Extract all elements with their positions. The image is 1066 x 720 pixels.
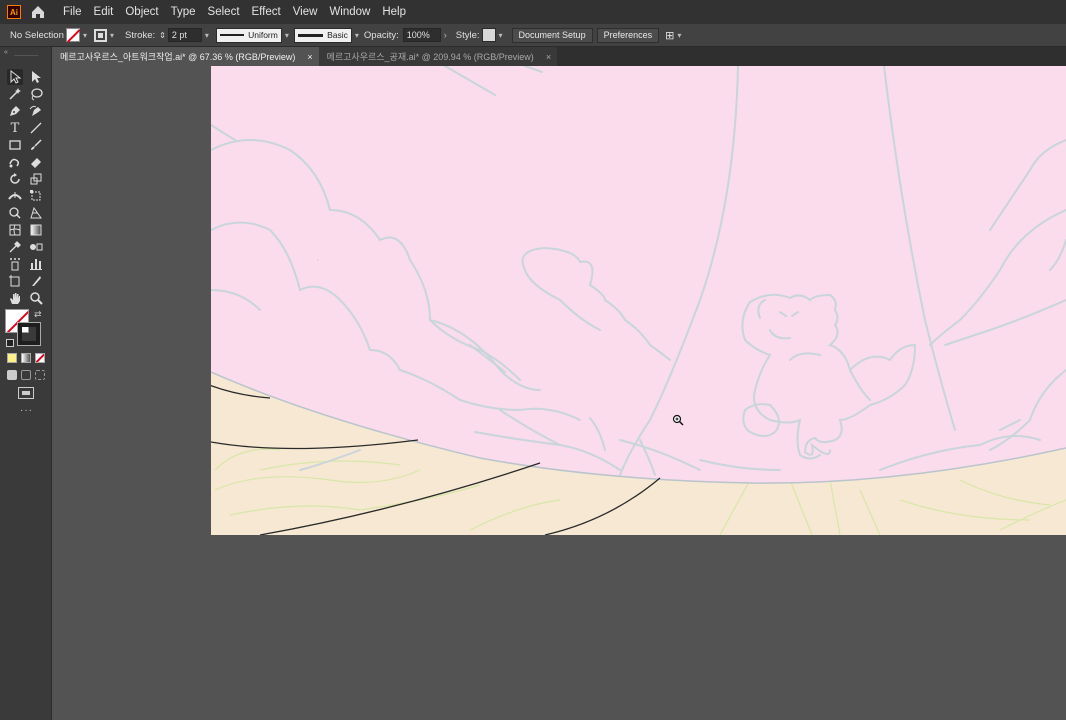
menu-help[interactable]: Help bbox=[376, 6, 412, 18]
chevron-down-icon[interactable]: ▾ bbox=[285, 31, 289, 40]
menu-bar: Ai File Edit Object Type Select Effect V… bbox=[0, 0, 1066, 24]
type-tool-icon[interactable]: T bbox=[7, 120, 23, 136]
collapse-icon[interactable]: « bbox=[4, 49, 8, 56]
blend-tool-icon[interactable] bbox=[28, 239, 44, 255]
width-tool-icon[interactable] bbox=[7, 188, 23, 204]
stroke-profile-dropdown[interactable]: Uniform bbox=[215, 27, 282, 43]
brush-dropdown[interactable]: Basic bbox=[293, 27, 352, 43]
home-icon[interactable] bbox=[29, 3, 47, 21]
chevron-right-icon[interactable]: › bbox=[444, 30, 447, 40]
menu-view[interactable]: View bbox=[287, 6, 324, 18]
fill-swatch[interactable] bbox=[66, 28, 80, 42]
rectangle-tool-icon[interactable] bbox=[7, 137, 23, 153]
style-label: Style: bbox=[455, 29, 480, 41]
lasso-tool-icon[interactable] bbox=[28, 86, 44, 102]
scale-tool-icon[interactable] bbox=[28, 171, 44, 187]
edit-toolbar-icon[interactable]: ··· bbox=[20, 405, 33, 416]
stroke-label: Stroke: bbox=[125, 29, 156, 41]
color-mode-icon[interactable] bbox=[7, 353, 17, 363]
preferences-button[interactable]: Preferences bbox=[596, 27, 660, 43]
menu-select[interactable]: Select bbox=[202, 6, 246, 18]
chevron-down-icon[interactable]: ▾ bbox=[677, 31, 681, 40]
zoom-tool-icon[interactable] bbox=[28, 290, 44, 306]
direct-selection-tool-icon[interactable] bbox=[28, 69, 44, 85]
close-icon[interactable]: × bbox=[546, 52, 551, 62]
perspective-grid-tool-icon[interactable] bbox=[28, 205, 44, 221]
selection-tool-icon[interactable] bbox=[7, 69, 23, 85]
draw-inside-icon[interactable] bbox=[35, 370, 45, 380]
arrange-documents-icon[interactable]: ⊞ bbox=[665, 29, 674, 42]
shape-builder-tool-icon[interactable] bbox=[7, 205, 23, 221]
tab-label: 메르고사우르스_공재.ai* @ 209.94 % (RGB/Preview) bbox=[326, 52, 534, 62]
menu-window[interactable]: Window bbox=[323, 6, 376, 18]
chevron-down-icon[interactable]: ▾ bbox=[110, 31, 114, 40]
panel-grip[interactable] bbox=[14, 55, 38, 56]
swap-colors-icon[interactable]: ⇄ bbox=[34, 309, 42, 320]
slice-tool-icon[interactable] bbox=[28, 273, 44, 289]
graphic-style-swatch[interactable] bbox=[481, 28, 496, 42]
tools-panel: « T ⇄ ··· bbox=[0, 47, 52, 720]
illustrator-logo: Ai bbox=[7, 5, 21, 19]
stroke-profile-label: Uniform bbox=[248, 30, 278, 40]
gradient-mode-icon[interactable] bbox=[21, 353, 31, 363]
stroke-color-control[interactable]: ▾ bbox=[94, 28, 117, 42]
tab-label: 메르고사우르스_아트워크작업.ai* @ 67.36 % (RGB/Previe… bbox=[60, 52, 296, 62]
opacity-field[interactable]: 100% bbox=[402, 28, 441, 42]
menu-object[interactable]: Object bbox=[119, 6, 164, 18]
brush-label: Basic bbox=[327, 30, 348, 40]
stepper-icon[interactable]: ⇕ bbox=[159, 31, 166, 40]
chevron-down-icon[interactable]: ▾ bbox=[83, 31, 87, 40]
eraser-tool-icon[interactable] bbox=[28, 154, 44, 170]
control-bar: No Selection ▾ ▾ Stroke: ⇕ 2 pt ▾ Unifor… bbox=[0, 24, 1066, 47]
rotate-tool-icon[interactable] bbox=[7, 171, 23, 187]
close-icon[interactable]: × bbox=[307, 52, 312, 62]
stroke-swatch-large[interactable] bbox=[17, 322, 41, 346]
tab-artwork-document[interactable]: 메르고사우르스_아트워크작업.ai* @ 67.36 % (RGB/Previe… bbox=[52, 47, 319, 66]
line-tool-icon[interactable] bbox=[28, 120, 44, 136]
chevron-down-icon[interactable]: ▾ bbox=[499, 31, 503, 40]
stroke-weight-field[interactable]: 2 pt bbox=[167, 28, 202, 42]
eyedropper-tool-icon[interactable] bbox=[7, 239, 23, 255]
menu-type[interactable]: Type bbox=[165, 6, 202, 18]
free-transform-tool-icon[interactable] bbox=[28, 188, 44, 204]
opacity-label: Opacity: bbox=[363, 29, 399, 41]
fill-control[interactable]: ▾ bbox=[66, 28, 90, 42]
mesh-tool-icon[interactable] bbox=[7, 222, 23, 238]
column-graph-tool-icon[interactable] bbox=[28, 256, 44, 272]
document-setup-button[interactable]: Document Setup bbox=[511, 27, 593, 43]
curvature-tool-icon[interactable] bbox=[28, 103, 44, 119]
paintbrush-tool-icon[interactable] bbox=[28, 137, 44, 153]
chevron-down-icon[interactable]: ▾ bbox=[355, 31, 359, 40]
document-tabs: 메르고사우르스_아트워크작업.ai* @ 67.36 % (RGB/Previe… bbox=[52, 47, 1066, 66]
pen-tool-icon[interactable] bbox=[7, 103, 23, 119]
shaper-tool-icon[interactable] bbox=[7, 154, 23, 170]
default-colors-icon[interactable] bbox=[6, 339, 14, 347]
canvas-area[interactable] bbox=[52, 66, 1066, 720]
selection-status: No Selection bbox=[10, 29, 64, 41]
draw-normal-icon[interactable] bbox=[7, 370, 17, 380]
menu-effect[interactable]: Effect bbox=[246, 6, 287, 18]
none-mode-icon[interactable] bbox=[35, 353, 45, 363]
stroke-swatch[interactable] bbox=[94, 28, 108, 42]
artboard-artwork[interactable] bbox=[52, 66, 1066, 720]
hand-tool-icon[interactable] bbox=[7, 290, 23, 306]
draw-behind-icon[interactable] bbox=[21, 370, 31, 380]
artboard-tool-icon[interactable] bbox=[7, 273, 23, 289]
menu-file[interactable]: File bbox=[57, 6, 88, 18]
tab-material-document[interactable]: 메르고사우르스_공재.ai* @ 209.94 % (RGB/Preview) … bbox=[318, 47, 558, 66]
chevron-down-icon[interactable]: ▾ bbox=[205, 31, 209, 40]
menu-edit[interactable]: Edit bbox=[88, 6, 120, 18]
screen-mode-icon[interactable] bbox=[18, 387, 34, 399]
gradient-tool-icon[interactable] bbox=[28, 222, 44, 238]
symbol-sprayer-tool-icon[interactable] bbox=[7, 256, 23, 272]
magic-wand-tool-icon[interactable] bbox=[7, 86, 23, 102]
